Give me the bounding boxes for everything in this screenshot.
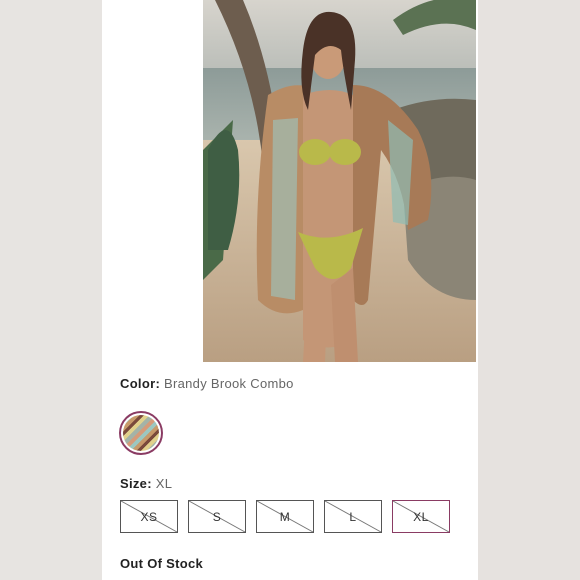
right-background bbox=[478, 0, 580, 580]
size-row: Size: XL bbox=[120, 476, 172, 491]
size-options: XS S M L XL bbox=[120, 500, 450, 534]
color-swatch-brandy-brook-combo[interactable] bbox=[119, 411, 163, 455]
size-option-label: XS bbox=[140, 509, 158, 524]
color-value: Brandy Brook Combo bbox=[164, 376, 294, 391]
color-row: Color: Brandy Brook Combo bbox=[120, 376, 294, 391]
size-label: Size: bbox=[120, 476, 152, 491]
stock-status: Out Of Stock bbox=[120, 556, 204, 571]
size-option-s[interactable]: S bbox=[188, 500, 246, 533]
left-background bbox=[0, 0, 102, 580]
size-option-l[interactable]: L bbox=[324, 500, 382, 533]
size-option-label: M bbox=[279, 509, 291, 524]
size-option-m[interactable]: M bbox=[256, 500, 314, 533]
swatch-pattern bbox=[123, 415, 159, 451]
product-photo[interactable] bbox=[203, 0, 476, 362]
size-value: XL bbox=[155, 476, 173, 491]
size-option-label: L bbox=[349, 509, 357, 524]
color-label: Color: bbox=[120, 376, 161, 391]
product-photo-illustration bbox=[203, 0, 476, 362]
size-option-xs[interactable]: XS bbox=[120, 500, 178, 533]
size-option-label: S bbox=[212, 509, 222, 524]
size-option-label: XL bbox=[413, 509, 429, 524]
size-option-xl[interactable]: XL bbox=[392, 500, 450, 533]
